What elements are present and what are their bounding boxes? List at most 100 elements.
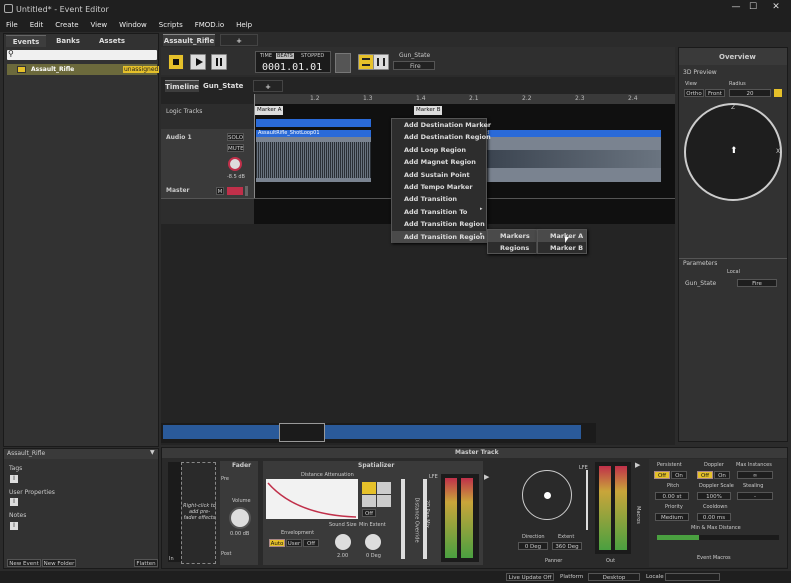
play-macros-icon[interactable]: ▶	[635, 461, 640, 469]
tab-assets[interactable]: Assets	[92, 35, 132, 47]
persistent-off-button[interactable]: Off	[654, 471, 670, 479]
radius-field[interactable]: 20	[729, 89, 771, 97]
menu-create[interactable]: Create	[49, 18, 84, 32]
lock-icon[interactable]	[774, 89, 782, 97]
lfe-slider[interactable]	[586, 470, 588, 530]
flatten-button[interactable]: Flatten	[134, 559, 158, 567]
param-widget-select[interactable]: Fire	[393, 61, 435, 70]
curve-inverse-button[interactable]	[362, 495, 376, 507]
distance-range-slider[interactable]	[657, 535, 779, 540]
play-insert-icon[interactable]: ▶	[484, 473, 489, 481]
menu-edit[interactable]: Edit	[24, 18, 50, 32]
menu-item-add-transition-region[interactable]: Add Transition Region	[392, 218, 486, 230]
master-mute-button[interactable]: M	[216, 187, 224, 195]
solo-button[interactable]: SOLO	[227, 133, 244, 141]
volume-knob[interactable]	[228, 157, 242, 171]
menu-item-add-destination-region[interactable]: Add Destination Region	[392, 131, 491, 143]
max-instances-field[interactable]: ∞	[737, 471, 773, 479]
distance-override-slider[interactable]	[401, 479, 405, 559]
maximize-icon[interactable]: ☐	[745, 2, 761, 16]
min-extent-knob[interactable]	[365, 534, 381, 550]
front-button[interactable]: Front	[705, 89, 725, 97]
platform-select[interactable]: Desktop	[588, 573, 640, 581]
menu-item-add-transition[interactable]: Add Transition	[392, 193, 486, 205]
time-label[interactable]: TIME	[260, 53, 272, 59]
tab-assault-rifle[interactable]: Assault_Rifle	[163, 34, 215, 46]
menu-item-add-tempo-marker[interactable]: Add Tempo Marker	[392, 181, 486, 193]
submenu-item-markers[interactable]: Markers	[488, 230, 536, 243]
priority-select[interactable]: Medium	[655, 513, 689, 521]
menu-fmodio[interactable]: FMOD.io	[189, 18, 230, 32]
pitch-field[interactable]: 0.00 st	[655, 492, 689, 500]
listener-icon[interactable]: ⬆	[730, 146, 738, 156]
overview-strip[interactable]	[161, 423, 596, 443]
audio-clip-2[interactable]: d	[486, 130, 661, 182]
live-update-button[interactable]: Live Update Off	[506, 573, 554, 581]
ortho-button[interactable]: Ortho	[684, 89, 704, 97]
sound-size-knob[interactable]	[335, 534, 351, 550]
doppler-scale-field[interactable]: 100%	[697, 492, 731, 500]
pre-fader-slot[interactable]: Right-click to add pre-fader effects	[181, 462, 216, 564]
tab-banks[interactable]: Banks	[48, 35, 88, 47]
pause-button[interactable]	[211, 54, 227, 70]
stealing-select[interactable]: -	[737, 492, 773, 500]
menu-window[interactable]: Window	[113, 18, 153, 32]
envelopment-auto-button[interactable]: Auto	[269, 539, 285, 547]
pan-mix-slider[interactable]	[423, 479, 427, 559]
doppler-off-button[interactable]: Off	[697, 471, 713, 479]
fader-volume-knob[interactable]	[229, 507, 251, 529]
add-tag-icon[interactable]: I	[10, 475, 18, 483]
play-button[interactable]	[190, 54, 206, 70]
envelopment-off-button[interactable]: Off	[303, 539, 319, 547]
add-note-icon[interactable]: I	[10, 522, 18, 530]
menu-scripts[interactable]: Scripts	[153, 18, 189, 32]
param-value-field[interactable]: Fire	[737, 279, 777, 287]
tab-gun-state[interactable]: Gun_State	[203, 80, 243, 92]
direction-field[interactable]: 0 Deg	[518, 542, 548, 550]
close-icon[interactable]: ✕	[768, 2, 784, 16]
collapse-icon[interactable]: ▼	[150, 449, 155, 456]
menu-file[interactable]: File	[0, 18, 24, 32]
doppler-on-button[interactable]: On	[714, 471, 730, 479]
menu-item-add-destination-marker[interactable]: Add Destination Marker	[392, 119, 491, 131]
tab-timeline[interactable]: Timeline	[165, 80, 199, 92]
curve-linear-squared-button[interactable]	[362, 482, 376, 494]
curve-off-button[interactable]: Off	[362, 509, 376, 517]
panner-circle[interactable]	[522, 470, 572, 520]
attenuation-curve[interactable]	[266, 479, 358, 519]
audio-clip[interactable]: AssaultRifle_ShotLoop01	[256, 130, 371, 182]
persistent-on-button[interactable]: On	[671, 471, 687, 479]
loop-region[interactable]	[256, 119, 371, 127]
menu-item-add-loop-region[interactable]: Add Loop Region	[392, 144, 486, 156]
add-view-tab-button[interactable]: +	[253, 80, 283, 92]
marker-b[interactable]: Marker B	[414, 106, 442, 115]
list-view-icon[interactable]	[358, 54, 374, 70]
submenu-item-marker-a[interactable]: Marker A	[538, 230, 586, 243]
menu-item-add-transition-to[interactable]: Add Transition To	[392, 206, 486, 218]
loop-toggle[interactable]	[335, 53, 351, 73]
new-event-button[interactable]: New Event	[7, 559, 41, 567]
tab-events[interactable]: Events	[6, 35, 46, 47]
submenu-item-marker-b[interactable]: Marker B	[538, 242, 586, 254]
locale-select[interactable]	[665, 573, 720, 581]
menu-item-add-magnet-region[interactable]: Add Magnet Region	[392, 156, 486, 168]
meter-view-icon[interactable]	[373, 54, 389, 70]
search-input[interactable]: ⚲	[7, 49, 157, 60]
extent-field[interactable]: 360 Deg	[552, 542, 582, 550]
menu-item-add-sustain-point[interactable]: Add Sustain Point	[392, 169, 486, 181]
stop-button[interactable]	[168, 54, 184, 70]
master-volume-slider[interactable]	[227, 187, 243, 195]
cooldown-field[interactable]: 0.00 ms	[697, 513, 731, 521]
add-property-icon[interactable]: I	[10, 498, 18, 506]
menu-item-add-transition-region-to[interactable]: Add Transition Region To	[392, 230, 495, 243]
list-item[interactable]: Assault_Rifle unassigned	[7, 64, 160, 75]
minimize-icon[interactable]: —	[728, 2, 744, 16]
envelopment-user-button[interactable]: User	[286, 539, 302, 547]
submenu-item-regions[interactable]: Regions	[488, 242, 536, 254]
mute-button[interactable]: MUTE	[227, 144, 244, 152]
menu-help[interactable]: Help	[230, 18, 258, 32]
add-tab-button[interactable]: +	[220, 34, 258, 46]
new-folder-button[interactable]: New Folder	[42, 559, 76, 567]
menu-view[interactable]: View	[85, 18, 114, 32]
curve-linear-button[interactable]	[377, 482, 391, 494]
